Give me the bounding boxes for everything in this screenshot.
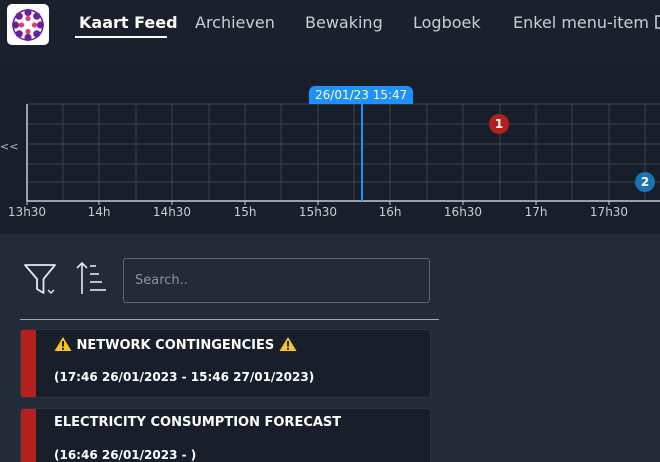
tick-label: 13h30 bbox=[7, 205, 47, 219]
nav-tab-kaart-feed[interactable]: Kaart Feed bbox=[79, 13, 178, 32]
tick-label: 17h30 bbox=[589, 205, 629, 219]
timeline-panel: << 26/01/23 15:47 13h30 14h 14h30 15h 15… bbox=[0, 64, 660, 234]
tick-label: 14h30 bbox=[152, 205, 192, 219]
card-title-text: NETWORK CONTINGENCIES bbox=[76, 338, 275, 353]
list-divider bbox=[20, 319, 439, 320]
app-logo[interactable] bbox=[7, 4, 49, 45]
sort-ascending-icon[interactable] bbox=[75, 260, 111, 298]
warning-icon bbox=[54, 337, 72, 351]
severity-stripe bbox=[21, 330, 36, 397]
nav-tab-bewaking[interactable]: Bewaking bbox=[305, 13, 383, 32]
tick-label: 16h30 bbox=[443, 205, 483, 219]
card-title-text: ELECTRICITY CONSUMPTION FORECAST bbox=[54, 415, 342, 430]
event-card-network-contingencies[interactable]: NETWORK CONTINGENCIES (17:46 26/01/2023 … bbox=[20, 329, 431, 398]
nav-tab-archieven[interactable]: Archieven bbox=[195, 13, 275, 32]
warning-icon bbox=[279, 337, 297, 351]
card-dates: (17:46 26/01/2023 - 15:46 27/01/2023) bbox=[54, 370, 315, 384]
flower-logo-icon bbox=[11, 8, 45, 42]
severity-stripe bbox=[21, 409, 36, 462]
external-link-icon bbox=[655, 15, 660, 29]
card-title: ELECTRICITY CONSUMPTION FORECAST bbox=[54, 415, 341, 430]
top-navbar: Kaart Feed Archieven Bewaking Logboek En… bbox=[0, 0, 660, 64]
nav-tab-enkel-menu-item[interactable]: Enkel menu-item bbox=[513, 13, 660, 32]
card-dates: (16:46 26/01/2023 - ) bbox=[54, 448, 197, 462]
tick-label: 14h bbox=[87, 205, 111, 219]
nav-tab-logboek[interactable]: Logboek bbox=[413, 13, 481, 32]
tick-label: 17h bbox=[524, 205, 548, 219]
tick-label: 15h bbox=[233, 205, 257, 219]
nav-tab-enkel-menu-item-label: Enkel menu-item bbox=[513, 13, 649, 32]
current-time-label: 26/01/23 15:47 bbox=[309, 86, 414, 104]
event-card-electricity-consumption-forecast[interactable]: ELECTRICITY CONSUMPTION FORECAST (16:46 … bbox=[20, 408, 431, 462]
timeline-scroll-left-button[interactable]: << bbox=[0, 140, 18, 153]
active-tab-underline bbox=[75, 36, 167, 38]
timeline-event-marker-2[interactable]: 2 bbox=[635, 172, 655, 192]
timeline-event-marker-1[interactable]: 1 bbox=[489, 114, 509, 134]
tick-label: 15h30 bbox=[298, 205, 338, 219]
card-title: NETWORK CONTINGENCIES bbox=[54, 336, 297, 353]
filter-icon[interactable] bbox=[23, 262, 59, 298]
tick-label: 16h bbox=[378, 205, 402, 219]
search-input[interactable] bbox=[123, 258, 430, 303]
